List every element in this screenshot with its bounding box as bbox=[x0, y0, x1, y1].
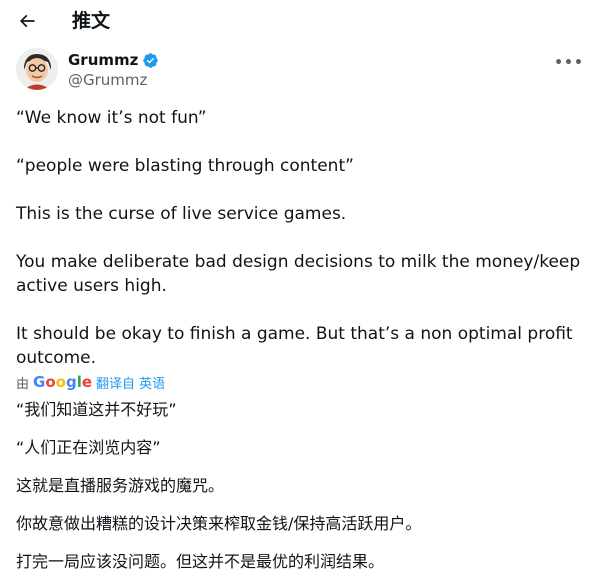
author-name[interactable]: Grummz bbox=[68, 50, 159, 70]
more-options-button[interactable]: ••• bbox=[554, 48, 584, 78]
back-button[interactable] bbox=[10, 4, 44, 38]
tweet-line: “We know it’s not fun” bbox=[16, 108, 207, 128]
google-logo: Google bbox=[33, 373, 93, 391]
tweet-line: You make deliberate bad design decisions… bbox=[16, 252, 581, 296]
translated-line: 你故意做出糟糕的设计决策来榨取金钱/保持高活跃用户。 bbox=[16, 514, 422, 533]
author-handle[interactable]: @Grummz bbox=[68, 70, 147, 90]
more-horizontal-icon: ••• bbox=[554, 55, 584, 71]
avatar-image bbox=[16, 48, 58, 90]
top-bar: 推文 bbox=[0, 0, 598, 42]
avatar[interactable] bbox=[16, 48, 58, 90]
translated-line: “我们知道这并不好玩” bbox=[16, 400, 177, 419]
translated-text: “我们知道这并不好玩” “人们正在浏览内容” 这就是直播服务游戏的魔咒。 你故意… bbox=[16, 397, 588, 575]
tweet-line: This is the curse of live service games. bbox=[16, 204, 347, 224]
translation-attribution: 由 Google 翻译自 英语 bbox=[16, 372, 165, 392]
tweet-line: It should be okay to finish a game. But … bbox=[16, 324, 573, 368]
translated-by-label: 由 bbox=[16, 376, 30, 392]
tweet-author: Grummz @Grummz ••• bbox=[16, 46, 586, 94]
translated-line: 打完一局应该没问题。但这并不是最优的利润结果。 bbox=[16, 552, 385, 571]
translated-line: “人们正在浏览内容” bbox=[16, 438, 161, 457]
page-title: 推文 bbox=[72, 10, 111, 32]
translated-line: 这就是直播服务游戏的魔咒。 bbox=[16, 476, 225, 495]
arrow-left-icon bbox=[19, 14, 35, 28]
tweet-line: “people were blasting through content” bbox=[16, 156, 354, 176]
verified-badge-icon bbox=[143, 52, 159, 68]
tweet-text: “We know it’s not fun” “people were blas… bbox=[16, 106, 588, 370]
author-name-text: Grummz bbox=[68, 51, 139, 69]
translated-from-link[interactable]: 翻译自 英语 bbox=[96, 373, 165, 392]
